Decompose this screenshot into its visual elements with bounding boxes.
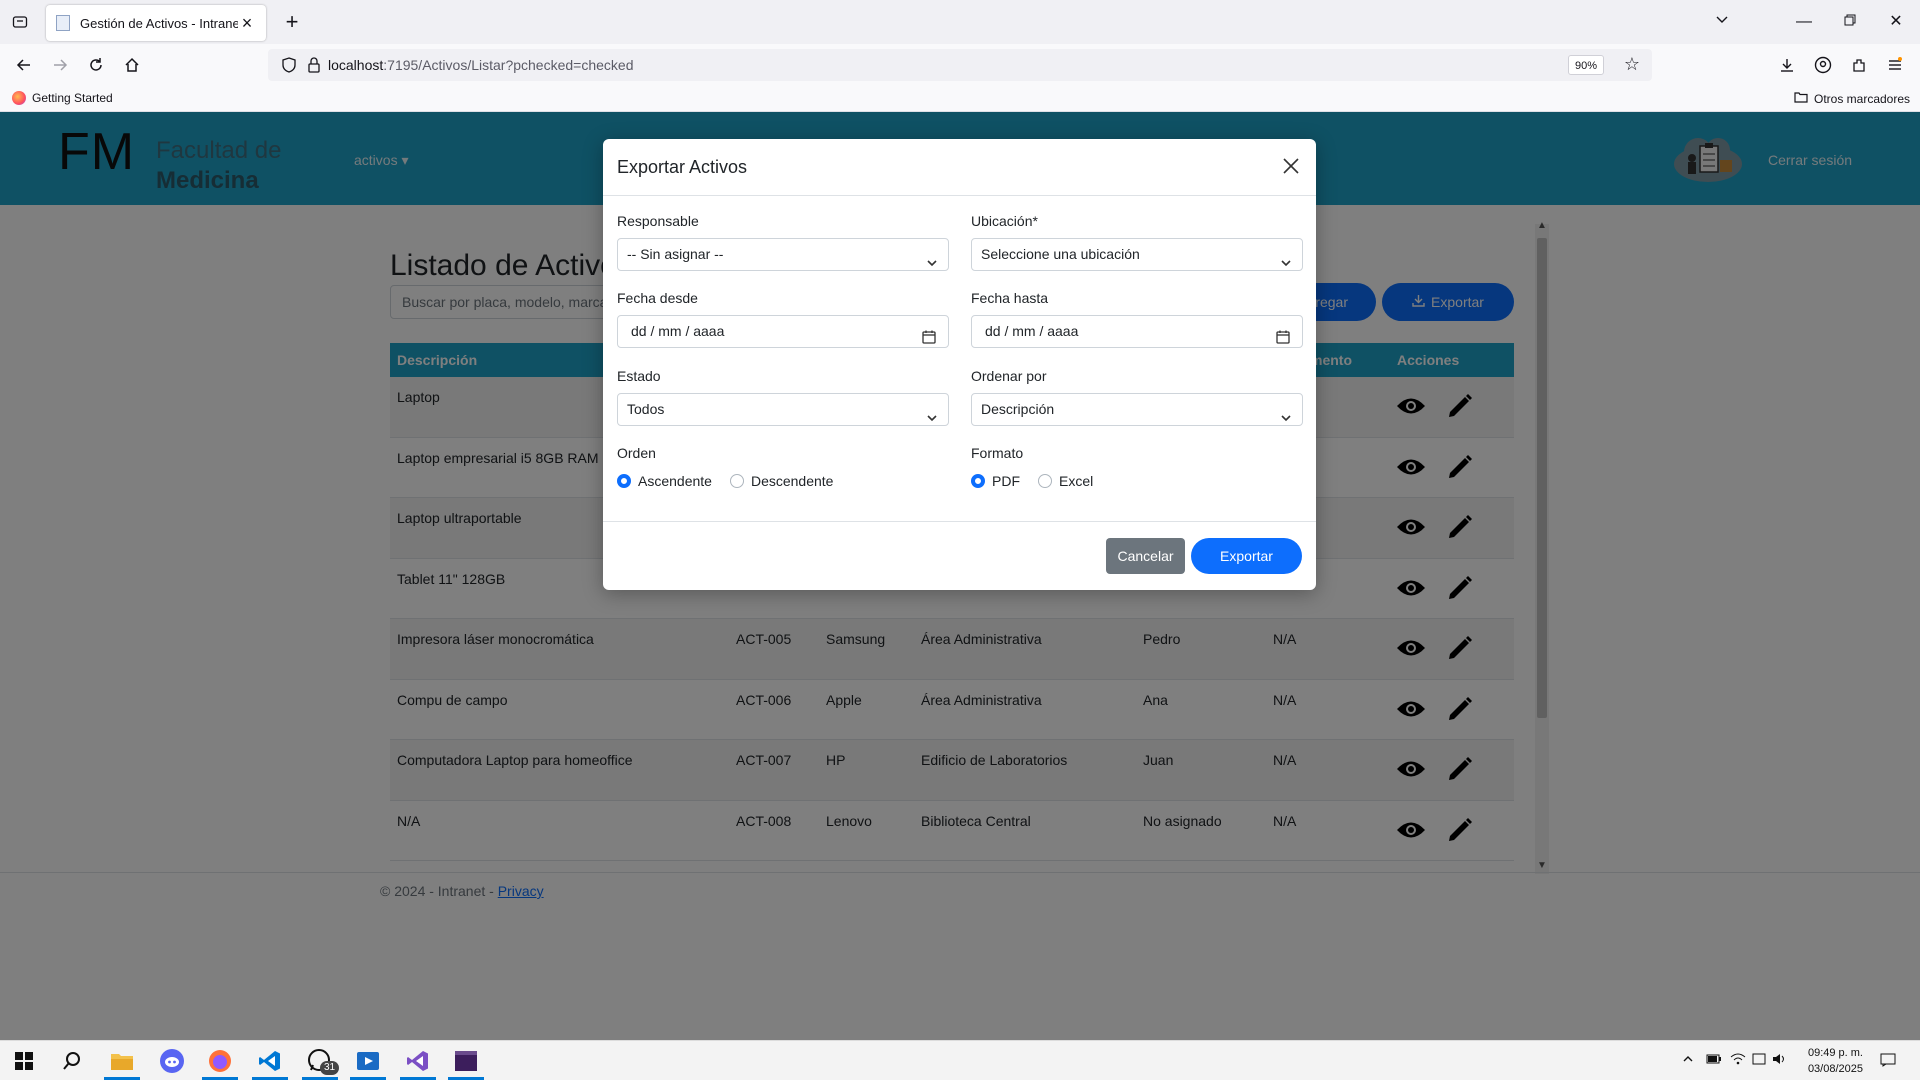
chevron-down-icon	[926, 404, 938, 435]
visual-studio-icon[interactable]	[404, 1047, 432, 1075]
fecha-hasta-label: Fecha hasta	[971, 290, 1049, 306]
ubicacion-select[interactable]: Seleccione una ubicación	[971, 238, 1303, 271]
ubicacion-label: Ubicación*	[971, 213, 1038, 229]
notifications-icon[interactable]	[1880, 1053, 1896, 1070]
network-icon[interactable]	[1752, 1053, 1766, 1068]
estado-select[interactable]: Todos	[617, 393, 949, 426]
reload-icon[interactable]	[84, 53, 108, 77]
taskbar-clock[interactable]: 09:49 p. m. 03/08/2025	[1793, 1045, 1863, 1077]
tab-overflow-chevron-icon[interactable]	[1708, 8, 1736, 36]
home-icon[interactable]	[120, 53, 144, 77]
orden-asc-radio[interactable]	[617, 474, 631, 488]
bookmark-label: Getting Started	[32, 91, 113, 105]
responsable-label: Responsable	[617, 213, 699, 229]
firefox-taskbar-icon[interactable]	[206, 1047, 234, 1075]
formato-excel-radio[interactable]	[1038, 474, 1052, 488]
ordenar-label: Ordenar por	[971, 368, 1047, 384]
page-favicon-icon	[56, 15, 70, 31]
formato-excel-label[interactable]: Excel	[1059, 473, 1093, 489]
app-menu-icon[interactable]	[1884, 54, 1906, 76]
terminal-icon[interactable]	[452, 1047, 480, 1075]
modal-footer: Cancelar Exportar	[603, 521, 1316, 590]
formato-label: Formato	[971, 445, 1024, 461]
volume-icon[interactable]	[1772, 1053, 1786, 1068]
tab-title: Gestión de Activos - Intranet	[80, 15, 238, 31]
formato-radio-group: PDF Excel	[971, 473, 1093, 489]
cancel-button[interactable]: Cancelar	[1106, 538, 1185, 574]
calendar-icon[interactable]	[1276, 324, 1290, 355]
responsable-select[interactable]: -- Sin asignar --	[617, 238, 949, 271]
orden-radio-group: Ascendente Descendente	[617, 473, 833, 489]
media-player-icon[interactable]	[354, 1047, 382, 1075]
url-host: localhost	[328, 57, 384, 73]
new-tab-icon[interactable]: +	[280, 10, 304, 34]
whatsapp-badge: 31	[320, 1061, 340, 1075]
search-icon[interactable]	[58, 1047, 86, 1075]
browser-nav-bar: localhost:7195/Activos/Listar?pchecked=c…	[0, 44, 1920, 86]
clock-date: 03/08/2025	[1807, 1063, 1863, 1075]
clock-time: 09:49 p. m.	[1807, 1047, 1863, 1059]
browser-tab-bar: Gestión de Activos - Intranet × + — ✕	[0, 0, 1920, 44]
wifi-icon[interactable]	[1730, 1053, 1746, 1068]
folder-icon	[1794, 91, 1808, 106]
modal-header: Exportar Activos	[603, 139, 1316, 196]
zoom-level-badge[interactable]: 90%	[1567, 55, 1604, 75]
formato-pdf-label[interactable]: PDF	[992, 473, 1020, 489]
tab-close-icon[interactable]: ×	[238, 13, 256, 34]
calendar-icon[interactable]	[922, 324, 936, 355]
bookmark-getting-started[interactable]: Getting Started	[12, 91, 113, 105]
chevron-down-icon	[1280, 249, 1292, 280]
estado-label: Estado	[617, 368, 661, 384]
ordenar-value: Descripción	[981, 401, 1055, 417]
back-icon[interactable]	[12, 53, 36, 77]
formato-pdf-radio[interactable]	[971, 474, 985, 488]
extensions-icon[interactable]	[1848, 54, 1870, 76]
ubicacion-value: Seleccione una ubicación	[981, 246, 1140, 262]
close-icon[interactable]	[1280, 155, 1302, 177]
tab-list-icon[interactable]	[8, 10, 32, 34]
tracking-shield-icon[interactable]	[282, 57, 296, 76]
responsable-value: -- Sin asignar --	[627, 246, 724, 262]
battery-icon[interactable]	[1706, 1053, 1722, 1068]
modal-title: Exportar Activos	[617, 157, 748, 177]
discord-icon[interactable]	[158, 1047, 186, 1075]
export-modal: Exportar Activos Responsable -- Sin asig…	[603, 139, 1316, 590]
fecha-hasta-input[interactable]: dd / mm / aaaa	[971, 315, 1303, 348]
downloads-icon[interactable]	[1776, 54, 1798, 76]
orden-asc-label[interactable]: Ascendente	[638, 473, 712, 489]
tray-chevron-up-icon[interactable]	[1682, 1053, 1694, 1068]
url-bar[interactable]: localhost:7195/Activos/Listar?pchecked=c…	[268, 49, 1652, 81]
fecha-desde-input[interactable]: dd / mm / aaaa	[617, 315, 949, 348]
ordenar-select[interactable]: Descripción	[971, 393, 1303, 426]
vscode-icon[interactable]	[256, 1047, 284, 1075]
browser-tab-active[interactable]: Gestión de Activos - Intranet ×	[46, 5, 266, 41]
estado-value: Todos	[627, 401, 665, 417]
account-icon[interactable]	[1812, 54, 1834, 76]
restore-icon[interactable]	[1836, 8, 1864, 36]
orden-label: Orden	[617, 445, 656, 461]
bookmarks-toolbar: Getting Started Otros marcadores	[0, 86, 1920, 112]
lock-icon[interactable]	[308, 57, 320, 76]
fecha-hasta-value: dd / mm / aaaa	[985, 323, 1079, 339]
chevron-down-icon	[1280, 404, 1292, 435]
bookmark-star-icon[interactable]: ☆	[1624, 54, 1640, 75]
fecha-desde-label: Fecha desde	[617, 290, 698, 306]
modal-export-button[interactable]: Exportar	[1191, 538, 1302, 574]
bookmark-folder-label: Otros marcadores	[1814, 91, 1911, 106]
close-window-icon[interactable]: ✕	[1882, 8, 1910, 36]
orden-desc-label[interactable]: Descendente	[751, 473, 834, 489]
firefox-icon	[12, 91, 26, 105]
forward-icon[interactable]	[48, 53, 72, 77]
chevron-down-icon	[926, 249, 938, 280]
minimize-icon[interactable]: —	[1790, 8, 1818, 36]
bookmark-other-folder[interactable]: Otros marcadores	[1794, 91, 1910, 106]
file-explorer-icon[interactable]	[108, 1047, 136, 1075]
windows-taskbar: 31 09:49 p. m. 03/08/2025	[0, 1040, 1920, 1080]
windows-start-icon[interactable]	[10, 1047, 38, 1075]
orden-desc-radio[interactable]	[729, 474, 744, 488]
fecha-desde-value: dd / mm / aaaa	[631, 323, 725, 339]
url-path: :7195/Activos/Listar?pchecked=checked	[383, 57, 634, 73]
